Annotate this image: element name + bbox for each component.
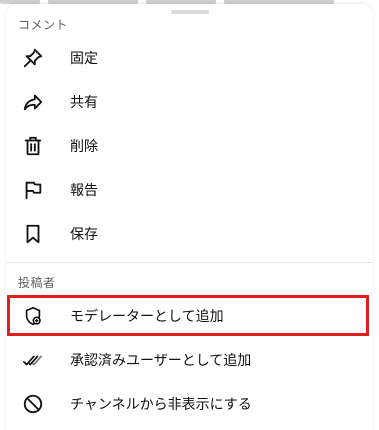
shield-add-icon (22, 305, 44, 327)
menu-item-label: 承認済みユーザーとして追加 (70, 353, 252, 369)
menu-item-label: 共有 (70, 95, 98, 111)
trash-icon (22, 135, 44, 157)
menu-item-label: モデレーターとして追加 (70, 309, 224, 325)
double-check-icon (22, 349, 44, 371)
screen: コメント 固定 共有 削除 報告 保存 投稿者 モデレーターとして追加 承認済み… (0, 0, 379, 430)
menu-item-save[interactable]: 保存 (6, 212, 373, 256)
menu-item-add-approved-user[interactable]: 承認済みユーザーとして追加 (6, 338, 373, 382)
share-arrow-icon (22, 91, 44, 113)
menu-item-delete[interactable]: 削除 (6, 124, 373, 168)
section-title-poster: 投稿者 (18, 276, 56, 290)
bookmark-icon (22, 223, 44, 245)
menu-item-label: 保存 (70, 227, 98, 243)
menu-item-label: 削除 (70, 139, 98, 155)
menu-item-pin[interactable]: 固定 (6, 36, 373, 80)
menu-item-add-moderator[interactable]: モデレーターとして追加 (6, 294, 373, 338)
menu-item-label: 報告 (70, 183, 98, 199)
flag-icon (22, 179, 44, 201)
sheet-drag-handle[interactable] (170, 10, 209, 14)
pin-icon (22, 47, 44, 69)
comment-action-sheet: コメント 固定 共有 削除 報告 保存 投稿者 モデレーターとして追加 承認済み… (6, 4, 373, 430)
menu-item-hide-from-channel[interactable]: チャンネルから非表示にする (6, 382, 373, 426)
menu-item-label: チャンネルから非表示にする (70, 397, 252, 413)
menu-item-label: 固定 (70, 51, 98, 67)
menu-item-share[interactable]: 共有 (6, 80, 373, 124)
section-divider (6, 262, 373, 263)
menu-item-report[interactable]: 報告 (6, 168, 373, 212)
section-title-comment: コメント (18, 18, 69, 32)
block-icon (22, 393, 44, 415)
